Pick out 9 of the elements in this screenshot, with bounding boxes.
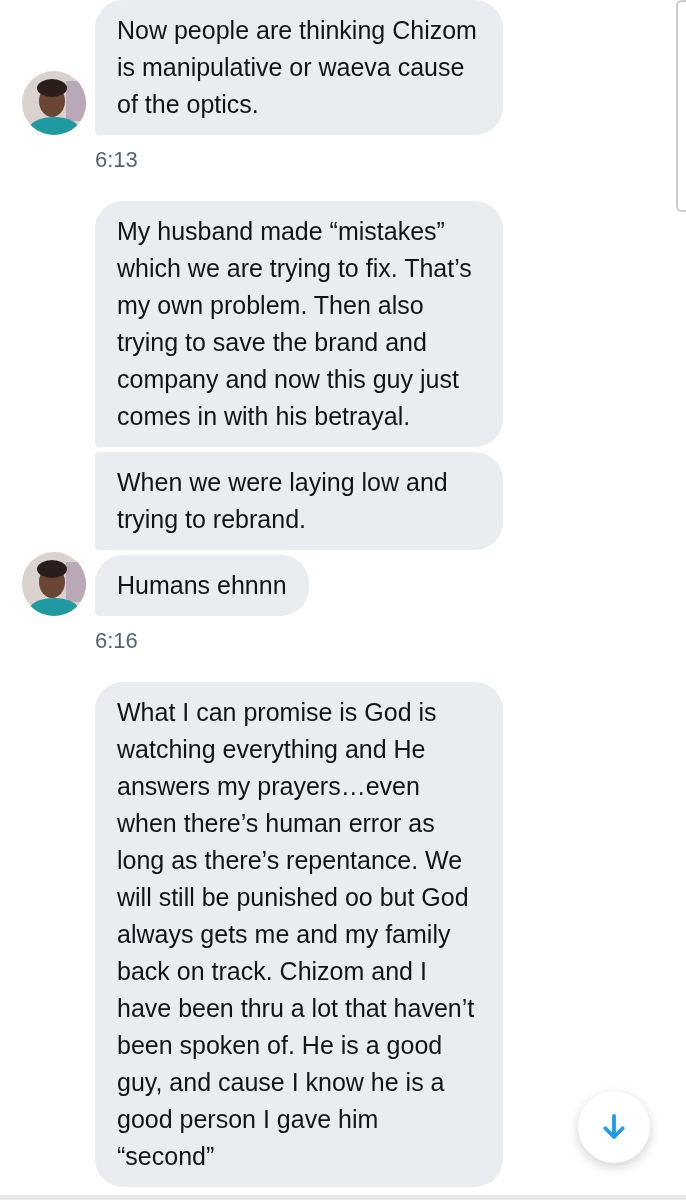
scrollbar[interactable]	[676, 0, 686, 212]
timestamp: 6:13	[95, 146, 139, 174]
message-bubble: My husband made “mistakes” which we are trying to fix. That’s my own problem. Then also trying to save the brand and company and now this guy just comes in with his betrayal.	[95, 201, 503, 447]
message-bubble: Now people are thinking Chizom is manipulative or waeva cause of the optics.	[95, 0, 503, 135]
timestamp: 6:16	[95, 627, 139, 655]
scroll-down-button[interactable]	[578, 1091, 650, 1163]
message-bubble: Humans ehnnn	[95, 555, 309, 616]
message-bubble: What I can promise is God is watching everything and He answers my prayers…even when there’s human error as long as there’s repentance. We will still be punished oo but God always gets me and my family back on track. Chizom and I have been thru a lot that haven’t been spoken of. He is a good guy, and cause I know he is a good person I gave him “second”	[95, 682, 503, 1187]
message-bubble: When we were laying low and trying to rebrand.	[95, 452, 503, 550]
